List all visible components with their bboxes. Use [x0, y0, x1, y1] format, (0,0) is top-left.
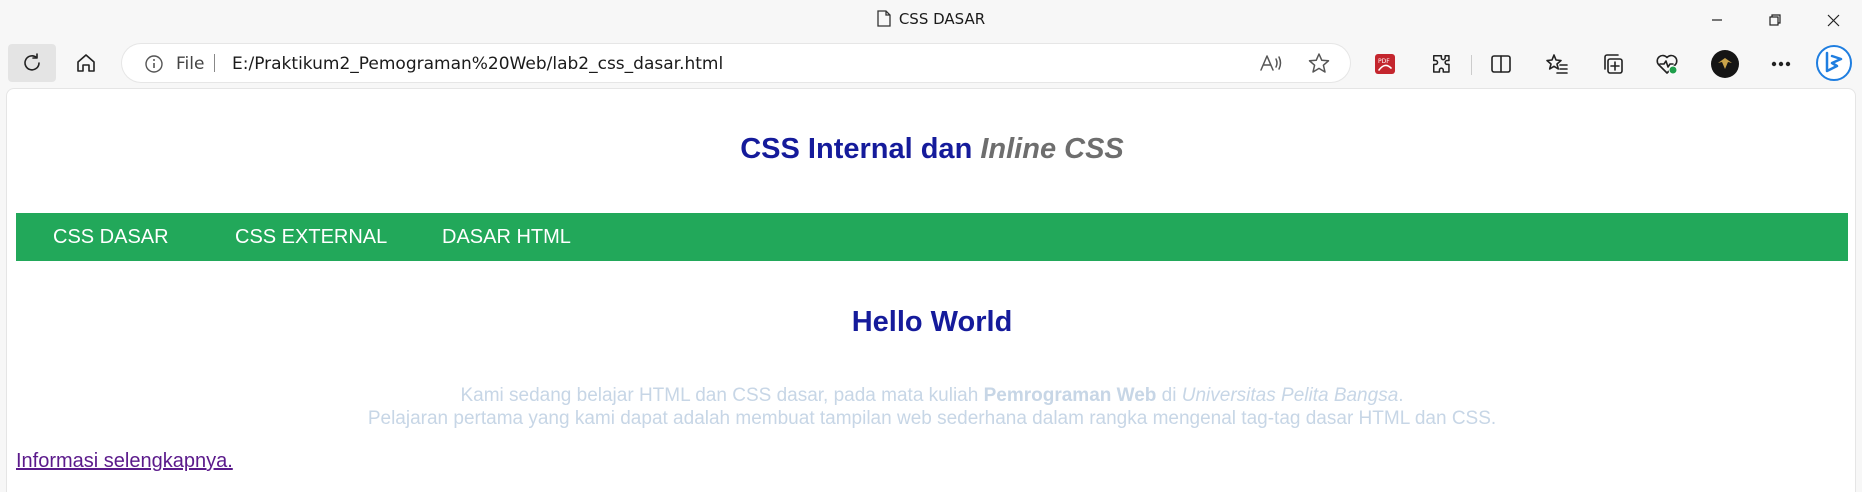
svg-text:PDF: PDF	[1378, 58, 1390, 65]
split-screen-button[interactable]	[1484, 48, 1518, 80]
address-prefix: File	[176, 54, 205, 74]
pdf-extension-icon: PDF	[1375, 54, 1395, 74]
nav-link-dasar-html[interactable]: DASAR HTML	[442, 226, 571, 249]
info-icon[interactable]	[144, 54, 164, 79]
paragraph-line-2: Pelajaran pertama yang kami dapat adalah…	[367, 408, 1497, 429]
split-screen-icon	[1491, 55, 1511, 73]
document-icon	[877, 10, 891, 31]
para-italic-university: Universitas Pelita Bangsa	[1181, 385, 1399, 406]
page-heading: CSS Internal dan Inline CSS	[7, 133, 1855, 166]
window-title-text: CSS DASAR	[898, 10, 986, 28]
para-bold-course: Pemrograman Web	[983, 385, 1157, 406]
url-text[interactable]: E:/Praktikum2_Pemograman%20Web/lab2_css_…	[232, 54, 723, 74]
favorites-icon	[1546, 54, 1568, 74]
heading-css-internal: CSS Internal dan	[740, 133, 981, 165]
hello-heading: Hello World	[851, 306, 1013, 338]
paragraph-line-1: Kami sedang belajar HTML dan CSS dasar, …	[7, 384, 1855, 407]
reload-icon	[24, 53, 40, 71]
favorites-button[interactable]	[1540, 48, 1574, 80]
window-title: CSS DASAR	[0, 10, 1862, 31]
close-button[interactable]	[1804, 0, 1862, 40]
home-button[interactable]	[62, 44, 110, 82]
nav-bar: CSS DASAR CSS EXTERNAL DASAR HTML	[16, 213, 1848, 261]
extensions-button[interactable]	[1424, 48, 1458, 80]
profile-avatar[interactable]	[1708, 48, 1742, 80]
title-bar: CSS DASAR	[0, 0, 1862, 40]
nav-link-css-external[interactable]: CSS EXTERNAL	[235, 226, 387, 249]
copilot-button[interactable]	[1814, 43, 1854, 83]
close-icon	[1827, 14, 1839, 26]
address-bar[interactable]: File E:/Praktikum2_Pemograman%20Web/lab2…	[122, 44, 1350, 82]
collections-button[interactable]	[1596, 48, 1630, 80]
minimize-icon	[1712, 19, 1722, 21]
minimize-button[interactable]	[1688, 0, 1746, 40]
more-button[interactable]	[1764, 48, 1798, 80]
read-aloud-icon[interactable]	[1258, 51, 1284, 75]
reload-button[interactable]	[8, 44, 56, 82]
para-text: di	[1156, 385, 1182, 406]
browser-toolbar: File E:/Praktikum2_Pemograman%20Web/lab2…	[0, 40, 1862, 86]
copilot-icon	[1816, 45, 1852, 81]
page-viewport: CSS Internal dan Inline CSS CSS DASAR CS…	[6, 88, 1856, 492]
pdf-extension-button[interactable]: PDF	[1368, 48, 1402, 80]
browser-essentials-icon	[1656, 54, 1678, 75]
extensions-icon	[1432, 55, 1450, 73]
heading-inline-css: Inline CSS	[980, 133, 1124, 165]
more-info-link[interactable]: Informasi selengkapnya.	[16, 450, 233, 473]
intro-paragraph: Kami sedang belajar HTML dan CSS dasar, …	[7, 384, 1855, 430]
nav-link-css-dasar[interactable]: CSS DASAR	[53, 226, 169, 249]
favorite-star-icon[interactable]	[1306, 51, 1332, 75]
para-text: Kami sedang belajar HTML dan CSS dasar, …	[460, 385, 984, 406]
para-text: .	[1398, 385, 1404, 406]
toolbar-divider	[1471, 55, 1472, 75]
restore-icon	[1769, 14, 1781, 26]
address-separator	[214, 54, 215, 72]
collections-icon	[1604, 54, 1623, 74]
restore-button[interactable]	[1746, 0, 1804, 40]
home-icon	[77, 54, 95, 72]
more-icon	[1771, 61, 1791, 67]
browser-essentials-button[interactable]	[1650, 48, 1684, 80]
